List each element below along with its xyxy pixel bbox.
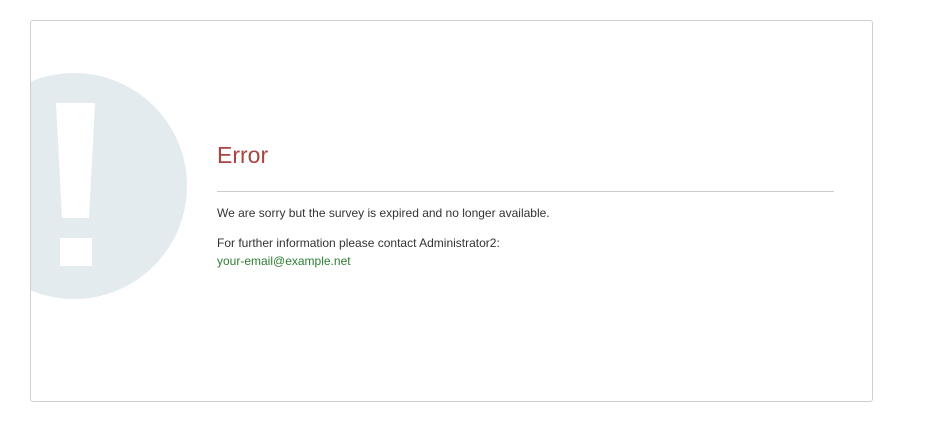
divider xyxy=(217,191,834,192)
error-content: Error We are sorry but the survey is exp… xyxy=(217,139,834,270)
contact-email-link[interactable]: your-email@example.net xyxy=(217,252,834,270)
error-panel: Error We are sorry but the survey is exp… xyxy=(30,20,873,402)
exclamation-icon xyxy=(31,73,187,299)
error-message: We are sorry but the survey is expired a… xyxy=(217,206,550,220)
contact-prefix: For further information please contact A… xyxy=(217,236,500,250)
contact-info: For further information please contact A… xyxy=(217,234,834,270)
error-title: Error xyxy=(217,142,269,168)
